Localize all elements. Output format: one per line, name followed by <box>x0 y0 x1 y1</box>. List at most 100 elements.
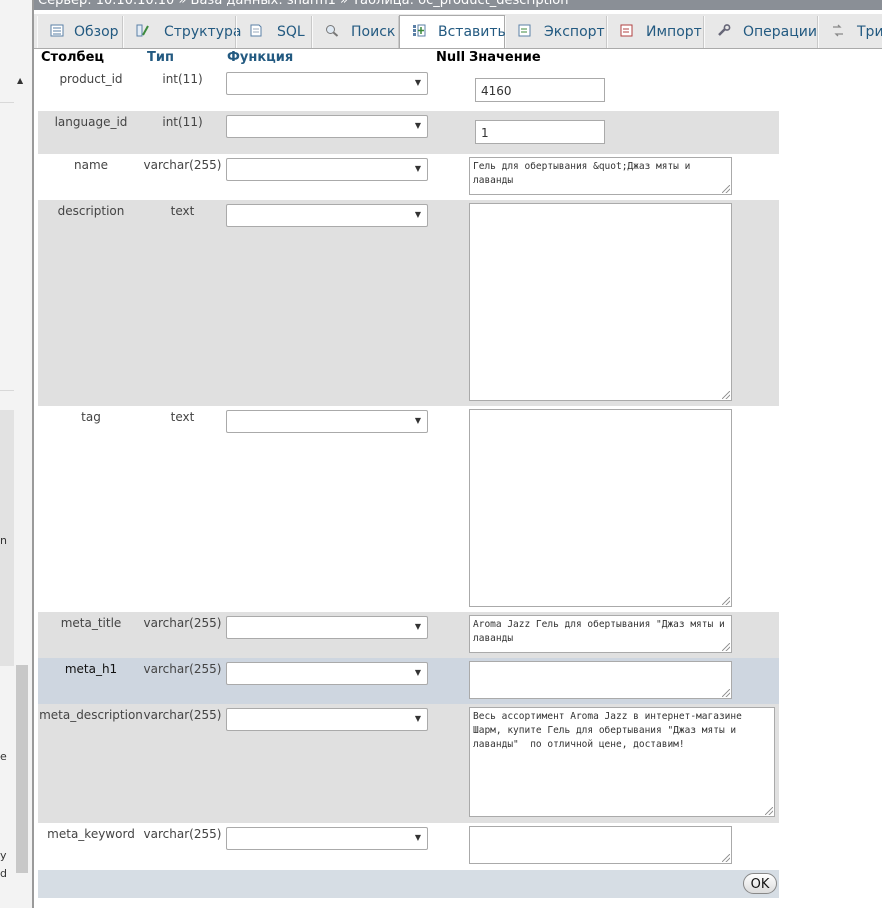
resize-grip-icon[interactable] <box>722 597 730 605</box>
tab-export[interactable]: Экспорт <box>505 16 607 48</box>
header-null: Null <box>436 50 466 65</box>
value-textarea[interactable]: Гель для обертывания &quot;Джаз мяты и л… <box>469 157 732 195</box>
value-textarea[interactable]: Весь ассортимент Aroma Jazz в интернет-м… <box>469 707 775 817</box>
breadcrumb-text[interactable]: Сервер: 10.10.10.10 » База данных: sharm… <box>38 0 569 8</box>
triggers-icon <box>833 24 843 37</box>
nav-text-fragment[interactable]: y <box>0 849 7 862</box>
function-select[interactable]: ▼ <box>226 158 428 181</box>
function-select[interactable]: ▼ <box>226 662 428 685</box>
function-select[interactable]: ▼ <box>226 827 428 850</box>
nav-scrollbar-thumb[interactable] <box>16 665 28 873</box>
resize-grip-icon[interactable] <box>722 689 730 697</box>
value-textarea[interactable] <box>469 203 732 401</box>
column-name: meta_h1 <box>64 662 118 676</box>
function-select[interactable]: ▼ <box>226 204 428 227</box>
tab-operations[interactable]: Операции <box>704 16 818 48</box>
value-textarea[interactable] <box>469 826 732 864</box>
breadcrumb: Сервер: 10.10.10.10 » База данных: sharm… <box>34 0 882 10</box>
tab-structure[interactable]: Структура <box>123 16 241 48</box>
column-name: meta_title <box>60 616 122 630</box>
function-select[interactable]: ▼ <box>226 410 428 433</box>
nav-text-fragment[interactable]: e <box>0 750 7 763</box>
resize-grip-icon[interactable] <box>722 391 730 399</box>
header-type[interactable]: Тип <box>147 50 174 65</box>
tab-label: Экспорт <box>544 24 605 40</box>
tab-label: Обзор <box>74 24 119 40</box>
resize-grip-icon[interactable] <box>722 854 730 862</box>
tab-browse[interactable]: Обзор <box>37 16 123 48</box>
value-textarea[interactable] <box>469 661 732 699</box>
column-type: varchar(255) <box>143 827 222 841</box>
header-value: Значение <box>469 50 541 65</box>
resize-grip-icon[interactable] <box>722 185 730 193</box>
tab-sql[interactable]: SQL <box>236 16 312 48</box>
column-type: text <box>170 410 195 424</box>
value-input[interactable]: 1 <box>475 120 605 144</box>
table-row: product_id int(11) ▼ 4160 <box>38 68 779 111</box>
tab-label: Операции <box>743 24 817 40</box>
dropdown-arrow-icon: ▼ <box>414 164 421 173</box>
resize-grip-icon[interactable] <box>765 807 773 815</box>
function-select[interactable]: ▼ <box>226 616 428 639</box>
table-row: tag text ▼ <box>38 406 779 612</box>
column-name: tag <box>81 410 101 424</box>
function-select[interactable]: ▼ <box>226 72 428 95</box>
column-type: varchar(255) <box>143 158 222 172</box>
column-type: int(11) <box>162 72 203 86</box>
browse-icon <box>50 24 64 37</box>
value-text: Весь ассортимент Aroma Jazz в интернет-м… <box>473 711 748 750</box>
column-name: description <box>57 204 125 218</box>
search-icon <box>326 25 339 37</box>
table-row: meta_h1 varchar(255) ▼ <box>38 658 779 704</box>
dropdown-arrow-icon: ▼ <box>414 833 421 842</box>
tab-label: Три <box>857 24 882 40</box>
column-name: name <box>73 158 109 172</box>
dropdown-arrow-icon: ▼ <box>414 714 421 723</box>
nav-text-fragment[interactable]: n <box>0 534 7 547</box>
tab-label: Вставить <box>438 24 506 40</box>
ok-button[interactable]: OK <box>743 873 777 894</box>
resize-grip-icon[interactable] <box>722 643 730 651</box>
table-row: meta_keyword varchar(255) ▼ <box>38 823 779 869</box>
wrench-icon <box>718 24 731 36</box>
nav-text-fragment[interactable]: d <box>0 867 7 880</box>
table-row: meta_title varchar(255) ▼ Aroma Jazz Гел… <box>38 612 779 658</box>
panel-resize-handle[interactable] <box>32 0 34 908</box>
header-function[interactable]: Функция <box>227 50 293 65</box>
tab-label: Импорт <box>646 24 702 40</box>
function-select[interactable]: ▼ <box>226 115 428 138</box>
import-icon <box>620 24 633 37</box>
function-select[interactable]: ▼ <box>226 708 428 731</box>
tab-search[interactable]: Поиск <box>312 16 399 48</box>
tab-label: Структура <box>164 24 242 40</box>
tab-insert[interactable]: Вставить <box>399 15 506 48</box>
table-row: language_id int(11) ▼ 1 <box>38 111 779 154</box>
nav-divider <box>0 390 14 391</box>
column-type: varchar(255) <box>143 662 222 676</box>
column-name: meta_description <box>39 708 143 722</box>
table-header: Столбец Тип Функция Null Значение <box>38 49 779 68</box>
header-column: Столбец <box>41 50 105 65</box>
dropdown-arrow-icon: ▼ <box>414 668 421 677</box>
tab-label: Поиск <box>351 24 396 40</box>
navigation-panel: ▲ n e y d <box>0 0 32 908</box>
column-name: meta_keyword <box>47 827 135 841</box>
dropdown-arrow-icon: ▼ <box>414 622 421 631</box>
scroll-up-icon[interactable]: ▲ <box>17 76 23 86</box>
column-name: language_id <box>54 115 128 129</box>
tab-import[interactable]: Импорт <box>607 16 704 48</box>
dropdown-arrow-icon: ▼ <box>414 121 421 130</box>
dropdown-arrow-icon: ▼ <box>414 78 421 87</box>
column-type: int(11) <box>162 115 203 129</box>
column-name: product_id <box>59 72 123 86</box>
value-textarea[interactable] <box>469 409 732 607</box>
column-type: varchar(255) <box>143 616 222 630</box>
value-input[interactable]: 4160 <box>475 78 605 102</box>
value-text: Aroma Jazz Гель для обертывания "Джаз мя… <box>473 619 731 644</box>
tab-bar: Обзор Структура SQL Поиск Вставить Экспо… <box>34 14 882 49</box>
value-textarea[interactable]: Aroma Jazz Гель для обертывания "Джаз мя… <box>469 615 732 653</box>
tab-triggers[interactable]: Три <box>818 16 882 48</box>
table-row: description text ▼ <box>38 200 779 406</box>
column-type: text <box>170 204 195 218</box>
table-row: meta_description varchar(255) ▼ Весь асс… <box>38 704 779 823</box>
